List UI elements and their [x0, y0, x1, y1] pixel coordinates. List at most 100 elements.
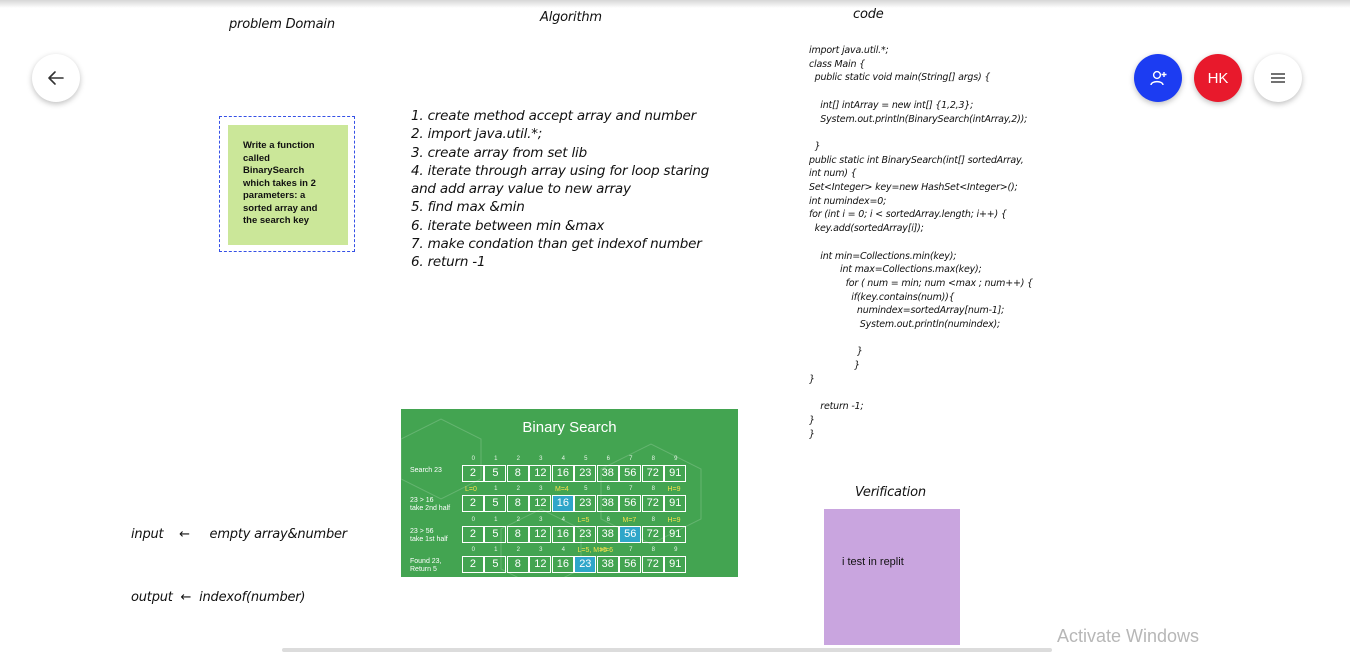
algorithm-step: 5. find max &min: [411, 199, 525, 216]
array-cell: 2: [462, 526, 484, 543]
index-label: 1: [494, 456, 498, 462]
pointer-mark: L=5: [577, 517, 590, 524]
io-block: input ← empty array&number output ← inde…: [131, 482, 347, 629]
row-label: Search 23: [410, 467, 442, 474]
index-row: 1 2 3 5 6 7 8: [462, 486, 687, 492]
array-cell: 91: [664, 556, 687, 573]
index-label: 6: [606, 517, 610, 523]
algorithm-step: 2. import java.util.*;: [411, 126, 543, 143]
problem-note-text[interactable]: Write a function called BinarySearch whi…: [243, 140, 333, 228]
array-cell: 38: [596, 526, 619, 543]
code-line: int num) {: [809, 168, 857, 180]
row-label: 23 > 16 take 2nd half: [410, 497, 451, 512]
array-cell: 16: [551, 526, 574, 543]
code-line: }: [809, 346, 863, 358]
avatar[interactable]: HK: [1194, 54, 1242, 102]
index-label: 1: [494, 547, 498, 553]
algorithm-step: 6. return -1: [411, 254, 486, 271]
array-cell: 23: [574, 495, 597, 512]
array-cell: 56: [619, 556, 642, 573]
algorithm-step: 4. iterate through array using for loop …: [411, 162, 710, 179]
index-label: 2: [516, 456, 520, 462]
index-label: 7: [629, 456, 633, 462]
array-row: 2 5 8 12 16 23 38 56 72 91: [462, 495, 687, 512]
pointer-mark: H=9: [667, 486, 681, 493]
index-label: 0: [471, 547, 475, 553]
array-cell: 16: [551, 495, 574, 512]
code-line: for ( num = min; num <max ; num++) {: [809, 277, 1033, 289]
index-label: 4: [561, 456, 565, 462]
binary-search-title: Binary Search: [522, 419, 617, 436]
verification-note-text[interactable]: i test in replit: [842, 556, 904, 568]
algorithm-step: 6. iterate between min &max: [411, 217, 605, 234]
array-cell: 72: [641, 526, 664, 543]
pointer-mark: L=0: [465, 486, 477, 493]
array-cell: 38: [596, 556, 619, 573]
activate-windows-watermark: Activate Windows: [1057, 626, 1200, 646]
problem-sticky-note[interactable]: Write a function called BinarySearch whi…: [228, 125, 348, 245]
index-label: 0: [471, 517, 475, 523]
index-label: 6: [606, 486, 610, 492]
pointer-mark: H=6: [600, 547, 614, 554]
selected-sticky-note-frame[interactable]: Write a function called BinarySearch whi…: [219, 116, 355, 252]
code-line: key.add(sortedArray[i]);: [809, 223, 924, 235]
code-line: public static void main(String[] args) {: [809, 72, 991, 84]
array-cell: 2: [462, 495, 484, 512]
array-cell: 12: [529, 495, 552, 512]
array-row: 2 5 8 12 16 23 38 56 72 91: [462, 556, 687, 573]
top-edge-shadow: [0, 0, 1350, 8]
menu-button[interactable]: [1254, 54, 1302, 102]
index-label: 9: [674, 547, 678, 553]
horizontal-scrollbar[interactable]: [282, 648, 1052, 652]
code-line: System.out.println(numindex);: [809, 319, 1001, 331]
index-label: 5: [584, 486, 588, 492]
row-label: 23 > 56 take 1st half: [410, 528, 448, 543]
array-cell: 72: [641, 495, 664, 512]
array-cell: 38: [596, 495, 619, 512]
index-label: 6: [606, 456, 610, 462]
index-label: 1: [494, 486, 498, 492]
array-row: 2 5 8 12 16 23 38 56 72 91: [462, 526, 687, 543]
index-label: 5: [584, 456, 588, 462]
index-label: 8: [651, 456, 655, 462]
code-line: int min=Collections.min(key);: [809, 250, 957, 262]
array-cell: 56: [619, 495, 642, 512]
array-cell: 12: [529, 556, 552, 573]
array-cell: 5: [484, 465, 507, 482]
array-cell: 56: [619, 526, 642, 543]
array-cell: 56: [619, 465, 642, 482]
code-line: import java.util.*;: [809, 45, 889, 56]
array-cell: 5: [484, 495, 507, 512]
code-line: Set<Integer> key=new HashSet<Integer>();: [809, 182, 1018, 194]
array-cell: 2: [462, 556, 484, 573]
index-label: 4: [561, 517, 565, 523]
add-user-icon: [1150, 70, 1167, 86]
array-cell: 38: [596, 465, 619, 482]
code-line: int[] intArray = new int[] {1,2,3};: [809, 99, 974, 111]
pointer-mark: M=7: [622, 517, 637, 524]
code-line: }: [809, 140, 821, 152]
array-cell: 91: [664, 495, 687, 512]
array-cell: 16: [551, 556, 574, 573]
array-cell: 5: [484, 556, 507, 573]
verification-sticky-note[interactable]: i test in replit: [824, 509, 960, 645]
code-line: int max=Collections.max(key);: [809, 264, 982, 276]
row-label: Found 23, Return 5: [410, 558, 442, 573]
index-label: 3: [539, 517, 543, 523]
algorithm-step: 7. make condation than get indexof numbe…: [411, 236, 702, 253]
code-line: int numindex=0;: [809, 195, 887, 207]
back-button[interactable]: [32, 54, 80, 102]
code-line: if(key.contains(num)){: [809, 291, 955, 303]
arrow-left-icon: [48, 71, 64, 85]
pointer-mark: H=9: [667, 517, 681, 524]
output-line: output ← indexof(number): [131, 590, 306, 605]
algorithm-step: and add array value to new array: [411, 181, 631, 198]
share-button[interactable]: [1134, 54, 1182, 102]
verification-title: Verification: [855, 485, 926, 500]
index-label: 8: [651, 547, 655, 553]
array-cell: 2: [462, 465, 484, 482]
